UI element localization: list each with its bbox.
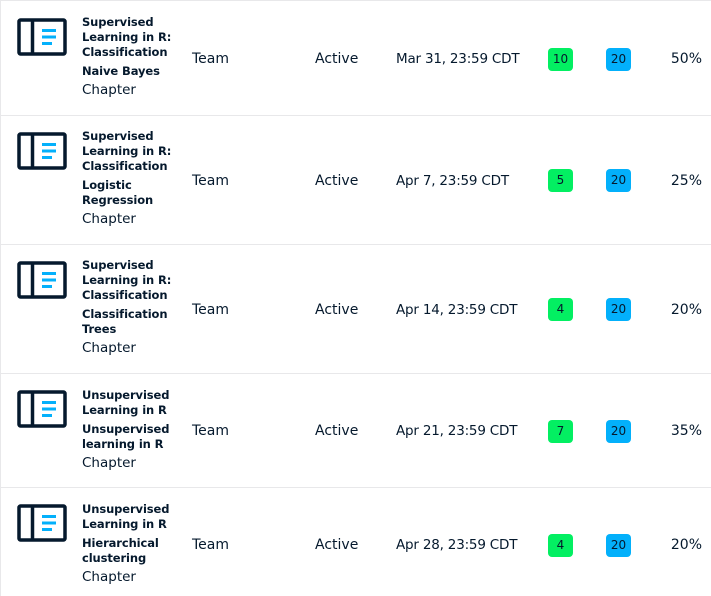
- chapter-name[interactable]: Classification Trees: [82, 307, 182, 337]
- course-name[interactable]: Supervised Learning in R: Classification: [82, 129, 182, 174]
- status: Active: [315, 173, 359, 189]
- assignee: Team: [192, 423, 230, 439]
- chapter-icon: [17, 504, 67, 542]
- completion-percent: 35%: [670, 423, 702, 439]
- table-row[interactable]: Supervised Learning in R: Classification…: [1, 245, 711, 374]
- chapter-icon: [17, 261, 67, 299]
- total-count-badge: 20: [606, 298, 631, 321]
- chapter-icon: [17, 132, 67, 170]
- total-count-badge: 20: [606, 169, 631, 192]
- course-name[interactable]: Supervised Learning in R: Classification: [82, 258, 182, 303]
- chapter-icon: [17, 390, 67, 428]
- completed-count-badge: 5: [548, 169, 573, 192]
- status: Active: [315, 423, 359, 439]
- item-title[interactable]: Supervised Learning in R: Classification…: [82, 129, 182, 228]
- status: Active: [315, 537, 359, 553]
- table-row[interactable]: Unsupervised Learning in R Hierarchical …: [1, 488, 711, 596]
- total-count-badge: 20: [606, 48, 631, 71]
- content-type: Chapter: [82, 82, 136, 98]
- status: Active: [315, 302, 359, 318]
- completion-percent: 25%: [670, 173, 702, 189]
- completed-count-badge: 4: [548, 298, 573, 321]
- due-date: Mar 31, 23:59 CDT: [396, 51, 520, 67]
- chapter-name[interactable]: Naive Bayes: [82, 64, 182, 79]
- total-count-badge: 20: [606, 420, 631, 443]
- completed-count-badge: 7: [548, 420, 573, 443]
- content-type: Chapter: [82, 455, 136, 471]
- total-count-badge: 20: [606, 534, 631, 557]
- item-title[interactable]: Unsupervised Learning in R Hierarchical …: [82, 502, 182, 586]
- content-type: Chapter: [82, 340, 136, 356]
- completion-percent: 20%: [670, 302, 702, 318]
- completed-count-badge: 4: [548, 534, 573, 557]
- assignments-table: Supervised Learning in R: Classification…: [0, 0, 711, 596]
- table-row[interactable]: Supervised Learning in R: Classification…: [1, 1, 711, 116]
- course-name[interactable]: Unsupervised Learning in R: [82, 502, 182, 532]
- item-title[interactable]: Supervised Learning in R: Classification…: [82, 15, 182, 99]
- course-name[interactable]: Supervised Learning in R: Classification: [82, 15, 182, 60]
- item-title[interactable]: Unsupervised Learning in R Unsupervised …: [82, 388, 182, 472]
- table-row[interactable]: Supervised Learning in R: Classification…: [1, 116, 711, 245]
- chapter-name[interactable]: Unsupervised learning in R: [82, 422, 182, 452]
- content-type: Chapter: [82, 569, 136, 585]
- completion-percent: 20%: [670, 537, 702, 553]
- assignee: Team: [192, 302, 230, 318]
- course-name[interactable]: Unsupervised Learning in R: [82, 388, 182, 418]
- chapter-name[interactable]: Logistic Regression: [82, 178, 182, 208]
- completed-count-badge: 10: [548, 48, 573, 71]
- completion-percent: 50%: [670, 51, 702, 67]
- assignee: Team: [192, 51, 230, 67]
- due-date: Apr 14, 23:59 CDT: [396, 302, 518, 318]
- item-title[interactable]: Supervised Learning in R: Classification…: [82, 258, 182, 357]
- chapter-icon: [17, 18, 67, 56]
- content-type: Chapter: [82, 211, 136, 227]
- due-date: Apr 28, 23:59 CDT: [396, 537, 518, 553]
- due-date: Apr 21, 23:59 CDT: [396, 423, 518, 439]
- chapter-name[interactable]: Hierarchical clustering: [82, 536, 182, 566]
- assignee: Team: [192, 173, 230, 189]
- table-row[interactable]: Unsupervised Learning in R Unsupervised …: [1, 374, 711, 488]
- status: Active: [315, 51, 359, 67]
- due-date: Apr 7, 23:59 CDT: [396, 173, 509, 189]
- assignee: Team: [192, 537, 230, 553]
